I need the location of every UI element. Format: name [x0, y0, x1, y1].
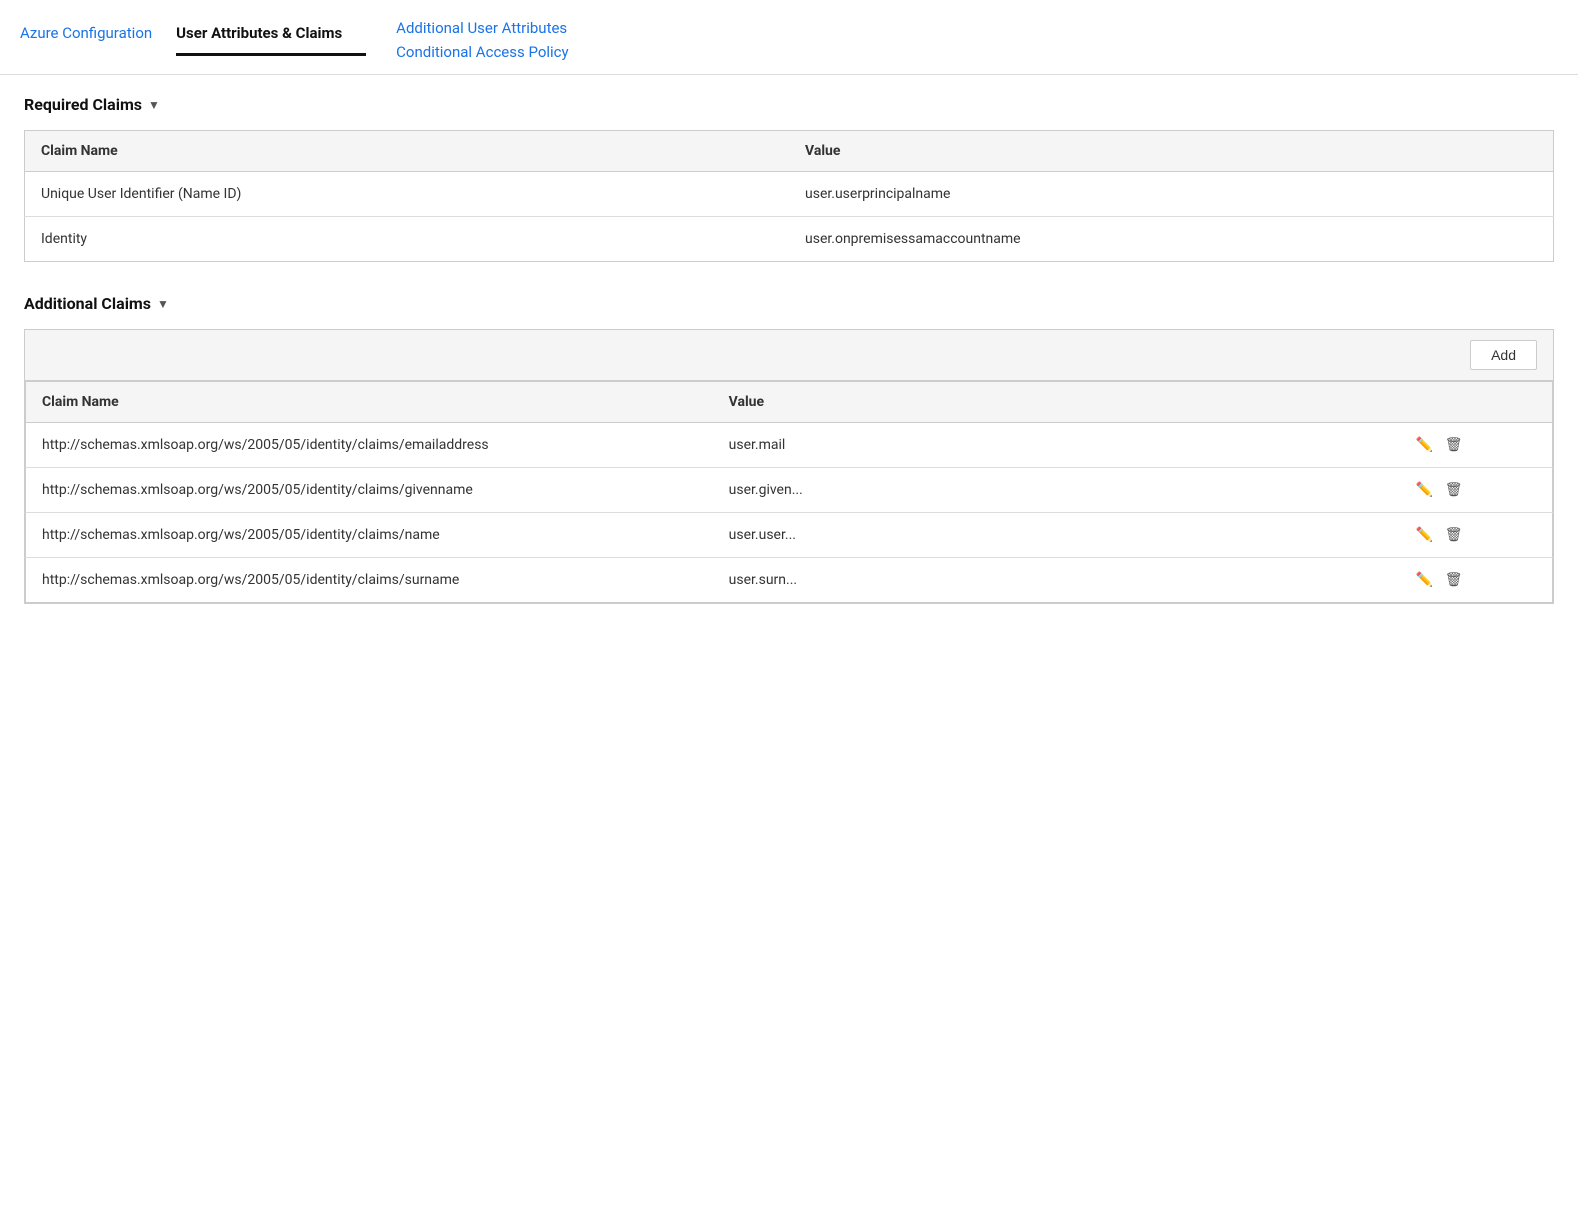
delete-icon-0[interactable]: 🗑	[1445, 437, 1463, 453]
required-claim-value-0: user.userprincipalname	[789, 172, 1554, 217]
required-claims-header-row: Claim Name Value	[25, 131, 1554, 172]
edit-icon-3[interactable]: ✏️	[1416, 572, 1433, 588]
delete-icon-3[interactable]: 🗑	[1445, 572, 1463, 588]
required-claim-name-0: Unique User Identifier (Name ID)	[25, 172, 790, 217]
edit-icon-1[interactable]: ✏️	[1416, 482, 1433, 498]
table-row: http://schemas.xmlsoap.org/ws/2005/05/id…	[26, 423, 1553, 468]
link-additional-user-attributes[interactable]: Additional User Attributes	[396, 16, 568, 40]
required-claims-table: Claim Name Value Unique User Identifier …	[24, 130, 1554, 262]
table-row: Identity user.onpremisessamaccountname	[25, 217, 1554, 262]
additional-claims-col-name: Claim Name	[26, 382, 713, 423]
tab-azure-config[interactable]: Azure Configuration	[20, 16, 176, 56]
additional-claims-wrapper: Add Claim Name Value http://schemas.xmls…	[24, 329, 1554, 604]
table-row: http://schemas.xmlsoap.org/ws/2005/05/id…	[26, 558, 1553, 603]
link-conditional-access-policy[interactable]: Conditional Access Policy	[396, 40, 568, 64]
additional-claim-actions-2: ✏️ 🗑	[1400, 513, 1553, 558]
required-claims-chevron[interactable]: ▼	[148, 98, 160, 112]
additional-claims-col-actions	[1400, 382, 1553, 423]
required-claims-section-title: Required Claims ▼	[24, 95, 1554, 114]
additional-claim-value-3: user.surn...	[713, 558, 1400, 603]
additional-claim-name-3: http://schemas.xmlsoap.org/ws/2005/05/id…	[26, 558, 713, 603]
additional-claims-chevron[interactable]: ▼	[157, 297, 169, 311]
tab-user-attributes[interactable]: User Attributes & Claims	[176, 16, 366, 56]
edit-icon-2[interactable]: ✏️	[1416, 527, 1433, 543]
required-claims-col-name: Claim Name	[25, 131, 790, 172]
main-content: Required Claims ▼ Claim Name Value Uniqu…	[0, 75, 1578, 624]
right-nav-links: Additional User Attributes Conditional A…	[366, 16, 568, 74]
additional-claim-name-1: http://schemas.xmlsoap.org/ws/2005/05/id…	[26, 468, 713, 513]
additional-claim-value-2: user.user...	[713, 513, 1400, 558]
additional-claims-col-value: Value	[713, 382, 1400, 423]
additional-claim-actions-3: ✏️ 🗑	[1400, 558, 1553, 603]
additional-claims-table: Claim Name Value http://schemas.xmlsoap.…	[25, 381, 1553, 603]
table-row: http://schemas.xmlsoap.org/ws/2005/05/id…	[26, 513, 1553, 558]
additional-claim-name-0: http://schemas.xmlsoap.org/ws/2005/05/id…	[26, 423, 713, 468]
required-claims-col-value: Value	[789, 131, 1554, 172]
additional-claim-name-2: http://schemas.xmlsoap.org/ws/2005/05/id…	[26, 513, 713, 558]
additional-claims-label: Additional Claims	[24, 294, 151, 313]
additional-claim-actions-0: ✏️ 🗑	[1400, 423, 1553, 468]
additional-claim-value-0: user.mail	[713, 423, 1400, 468]
nav-tabs: Azure Configuration User Attributes & Cl…	[0, 0, 1578, 75]
additional-claim-actions-1: ✏️ 🗑	[1400, 468, 1553, 513]
additional-claim-value-1: user.given...	[713, 468, 1400, 513]
add-bar: Add	[25, 330, 1553, 381]
add-claim-button[interactable]: Add	[1470, 340, 1537, 370]
table-row: Unique User Identifier (Name ID) user.us…	[25, 172, 1554, 217]
delete-icon-1[interactable]: 🗑	[1445, 482, 1463, 498]
required-claims-label: Required Claims	[24, 95, 142, 114]
required-claim-value-1: user.onpremisessamaccountname	[789, 217, 1554, 262]
table-row: http://schemas.xmlsoap.org/ws/2005/05/id…	[26, 468, 1553, 513]
edit-icon-0[interactable]: ✏️	[1416, 437, 1433, 453]
delete-icon-2[interactable]: 🗑	[1445, 527, 1463, 543]
additional-claims-header-row: Claim Name Value	[26, 382, 1553, 423]
required-claim-name-1: Identity	[25, 217, 790, 262]
additional-claims-section-title: Additional Claims ▼	[24, 294, 1554, 313]
